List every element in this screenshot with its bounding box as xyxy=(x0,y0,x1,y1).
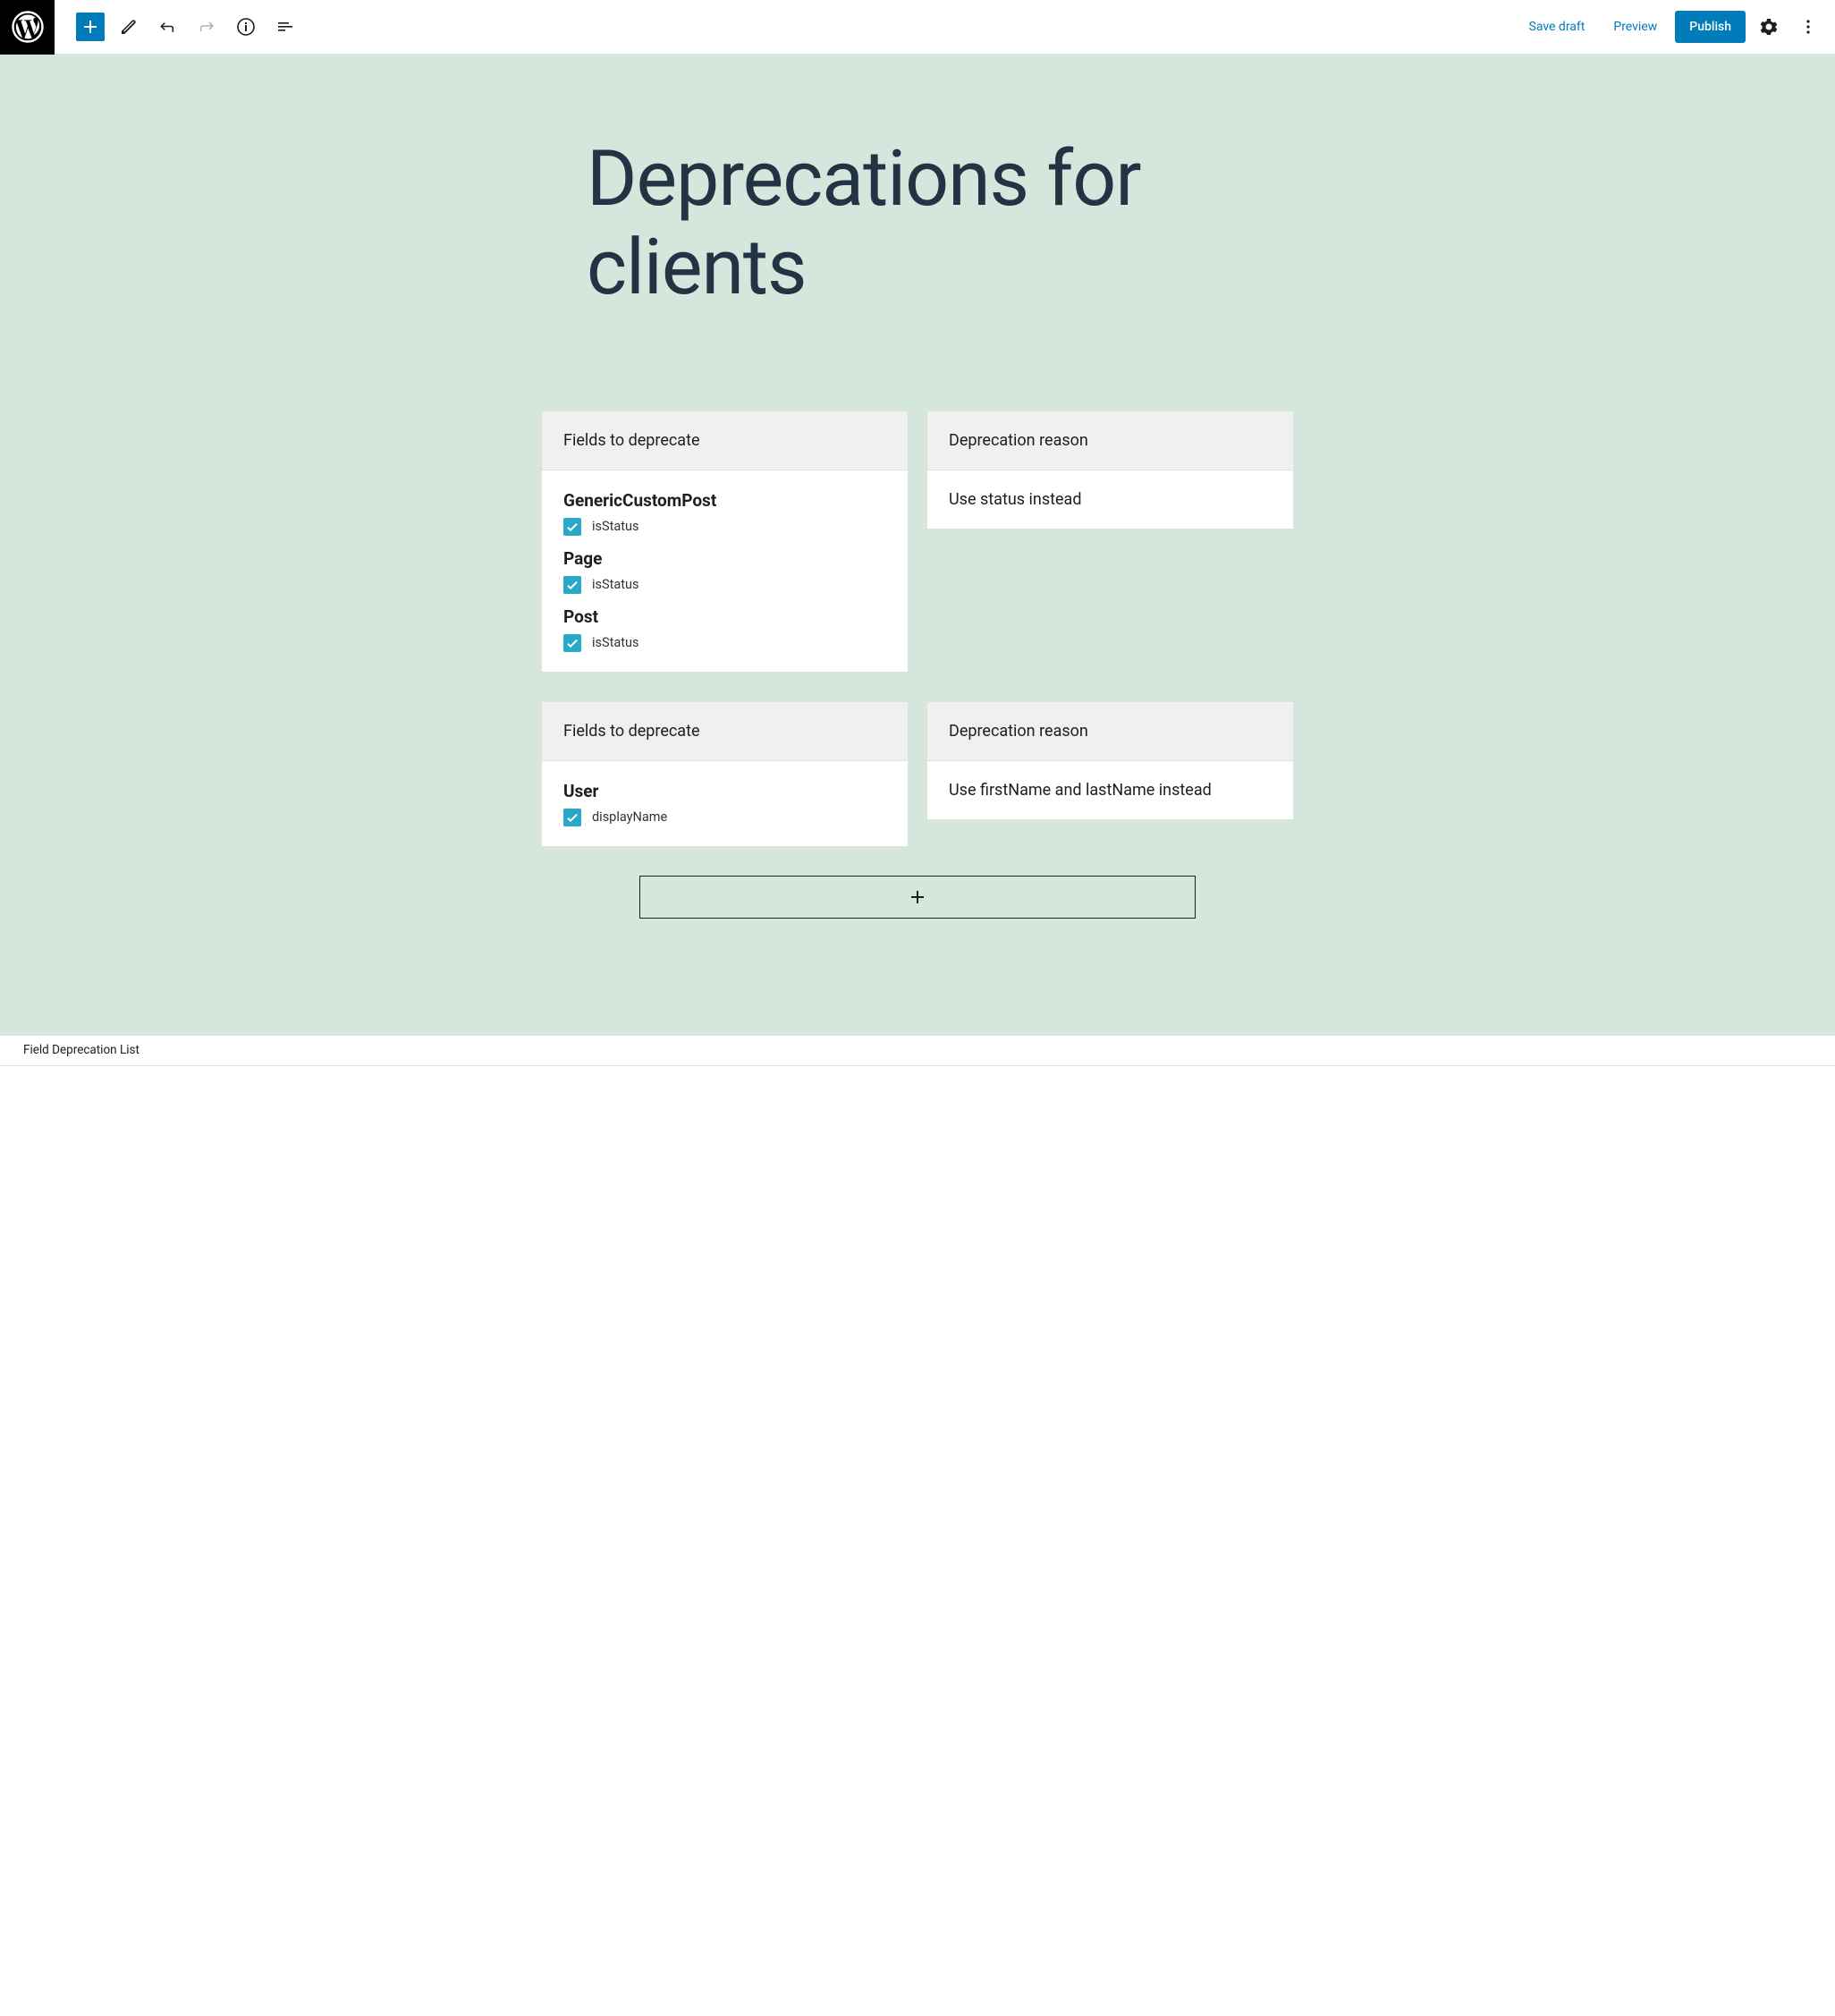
card-body: User displayName xyxy=(542,761,908,846)
pencil-icon xyxy=(117,16,139,38)
card-header: Deprecation reason xyxy=(927,411,1293,470)
card-header: Fields to deprecate xyxy=(542,411,908,470)
field-checkbox[interactable] xyxy=(563,576,581,594)
settings-button[interactable] xyxy=(1753,11,1785,43)
check-icon xyxy=(565,578,579,592)
type-name: User xyxy=(563,781,886,801)
deprecation-entry: Fields to deprecate User displayName Deprec… xyxy=(541,701,1294,847)
type-name: Post xyxy=(563,606,886,627)
check-icon xyxy=(565,810,579,825)
block-appender[interactable] xyxy=(639,876,1196,919)
card-header: Fields to deprecate xyxy=(542,702,908,761)
field-checkbox[interactable] xyxy=(563,809,581,826)
type-block: Page isStatus xyxy=(563,548,886,594)
undo-icon xyxy=(156,16,178,38)
field-checkbox[interactable] xyxy=(563,518,581,536)
field-row: isStatus xyxy=(563,518,886,536)
fields-card[interactable]: Fields to deprecate User displayName xyxy=(541,701,909,847)
tools-button[interactable] xyxy=(112,11,144,43)
card-body: Use status instead xyxy=(927,470,1293,529)
preview-button[interactable]: Preview xyxy=(1602,13,1668,41)
details-button[interactable] xyxy=(230,11,262,43)
info-icon xyxy=(235,16,257,38)
type-name: Page xyxy=(563,548,886,569)
field-row: isStatus xyxy=(563,634,886,652)
more-options-button[interactable] xyxy=(1792,11,1824,43)
deprecation-entry: Fields to deprecate GenericCustomPost isSt… xyxy=(541,411,1294,673)
add-block-button[interactable] xyxy=(76,13,105,41)
field-name: isStatus xyxy=(592,635,638,650)
fields-card[interactable]: Fields to deprecate GenericCustomPost isSt… xyxy=(541,411,909,673)
breadcrumb-item[interactable]: Field Deprecation List xyxy=(23,1043,140,1057)
reason-card[interactable]: Deprecation reason Use status instead xyxy=(926,411,1294,529)
editor-canvas: Deprecations for clients Fields to depre… xyxy=(0,55,1835,1035)
editor-toolbar: Save draft Preview Publish xyxy=(0,0,1835,55)
plus-icon xyxy=(80,16,101,38)
post-title[interactable]: Deprecations for clients xyxy=(587,135,1248,312)
type-block: User displayName xyxy=(563,781,886,826)
reason-card[interactable]: Deprecation reason Use firstName and last… xyxy=(926,701,1294,820)
type-name: GenericCustomPost xyxy=(563,490,886,511)
field-name: isStatus xyxy=(592,519,638,534)
toolbar-right-group: Save draft Preview Publish xyxy=(1518,11,1835,43)
undo-button[interactable] xyxy=(151,11,183,43)
outline-button[interactable] xyxy=(269,11,301,43)
reason-text[interactable]: Use status instead xyxy=(949,490,1272,509)
type-block: Post isStatus xyxy=(563,606,886,652)
field-checkbox[interactable] xyxy=(563,634,581,652)
field-name: isStatus xyxy=(592,577,638,592)
more-vertical-icon xyxy=(1797,16,1819,38)
card-body: GenericCustomPostisStatusPageisStatusPos… xyxy=(542,470,908,672)
field-name: displayName xyxy=(592,809,667,825)
plus-icon xyxy=(907,886,928,908)
card-header: Deprecation reason xyxy=(927,702,1293,761)
field-row: displayName xyxy=(563,809,886,826)
gear-icon xyxy=(1758,16,1780,38)
wordpress-logo-button[interactable] xyxy=(0,0,55,55)
save-draft-button[interactable]: Save draft xyxy=(1518,13,1596,41)
publish-button[interactable]: Publish xyxy=(1675,11,1746,43)
redo-icon xyxy=(196,16,217,38)
reason-text[interactable]: Use firstName and lastName instead xyxy=(949,781,1272,800)
type-block: GenericCustomPost isStatus xyxy=(563,490,886,536)
redo-button[interactable] xyxy=(190,11,223,43)
toolbar-left-group xyxy=(55,11,301,43)
wordpress-icon xyxy=(12,11,44,43)
check-icon xyxy=(565,636,579,650)
card-body: Use firstName and lastName instead xyxy=(927,761,1293,819)
check-icon xyxy=(565,520,579,534)
block-breadcrumb: Field Deprecation List xyxy=(0,1035,1835,1066)
field-row: isStatus xyxy=(563,576,886,594)
list-view-icon xyxy=(275,16,296,38)
